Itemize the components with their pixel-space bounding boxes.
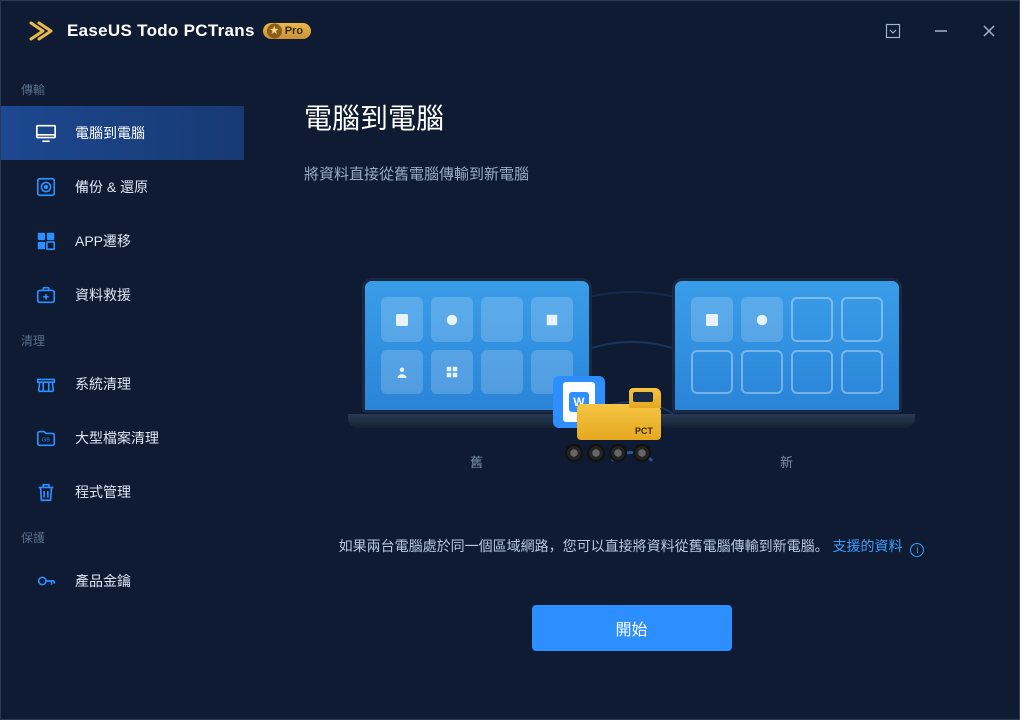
sidebar-item-product-key[interactable]: 產品金鑰 (1, 554, 244, 608)
disc-icon (35, 176, 57, 198)
folder-gb-icon: GB (35, 427, 57, 449)
sidebar-section-label: 保護 (1, 519, 244, 554)
sidebar-item-data-rescue[interactable]: 資料救援 (1, 268, 244, 322)
medkit-icon (35, 284, 57, 306)
sidebar-item-label: 電腦到電腦 (75, 123, 145, 143)
svg-text:GB: GB (42, 438, 50, 444)
sidebar-section-label: 傳輸 (1, 71, 244, 106)
sidebar-item-label: APP遷移 (75, 231, 131, 251)
minimize-button[interactable] (931, 21, 951, 41)
page-subtitle: 將資料直接從舊電腦傳輸到新電腦 (304, 163, 959, 184)
key-icon (35, 570, 57, 592)
truck-icon: PCT (553, 376, 663, 456)
trash-icon (35, 481, 57, 503)
sidebar-item-label: 大型檔案清理 (75, 428, 159, 448)
description-pre: 如果兩台電腦處於同一個區域網路，您可以直接將資料從舊電腦傳輸到新電腦。 (339, 538, 829, 554)
app-logo-icon (29, 21, 57, 41)
new-pc-group: 新 (672, 278, 902, 471)
apps-icon (35, 230, 57, 252)
sidebar-item-label: 程式管理 (75, 482, 131, 502)
sidebar: 傳輸 電腦到電腦 備份 & 還原 APP遷移 (1, 61, 244, 719)
sidebar-item-system-cleanup[interactable]: 系統清理 (1, 357, 244, 411)
pro-badge: Pro (263, 23, 311, 39)
new-pc-label: 新 (780, 452, 793, 471)
sidebar-item-label: 產品金鑰 (75, 571, 131, 591)
sidebar-section-label: 清理 (1, 322, 244, 357)
sidebar-item-program-management[interactable]: 程式管理 (1, 465, 244, 519)
info-icon[interactable]: i (910, 543, 924, 557)
sidebar-item-pc-to-pc[interactable]: 電腦到電腦 (1, 106, 244, 160)
close-button[interactable] (979, 21, 999, 41)
description-text: 如果兩台電腦處於同一個區域網路，您可以直接將資料從舊電腦傳輸到新電腦。 支援的資… (304, 536, 959, 558)
sidebar-item-label: 系統清理 (75, 374, 131, 394)
page-title: 電腦到電腦 (304, 97, 959, 137)
monitor-icon (35, 122, 57, 144)
sidebar-item-label: 資料救援 (75, 285, 131, 305)
new-pc-icon (672, 278, 902, 428)
sidebar-item-backup-restore[interactable]: 備份 & 還原 (1, 160, 244, 214)
titlebar: EaseUS Todo PCTrans Pro (1, 1, 1019, 61)
broom-icon (35, 373, 57, 395)
main-panel: 電腦到電腦 將資料直接從舊電腦傳輸到新電腦 (244, 61, 1019, 719)
sidebar-item-large-file-cleanup[interactable]: GB 大型檔案清理 (1, 411, 244, 465)
old-pc-label: 舊 (470, 452, 483, 471)
start-button[interactable]: 開始 (532, 605, 732, 651)
sidebar-item-app-migration[interactable]: APP遷移 (1, 214, 244, 268)
app-title: EaseUS Todo PCTrans (67, 21, 255, 41)
transfer-illustration: 舊 新 (304, 214, 959, 526)
supported-data-link[interactable]: 支援的資料 (833, 538, 903, 554)
sidebar-item-label: 備份 & 還原 (75, 177, 148, 197)
dropdown-button[interactable] (883, 21, 903, 41)
truck-label: PCT (635, 426, 653, 436)
